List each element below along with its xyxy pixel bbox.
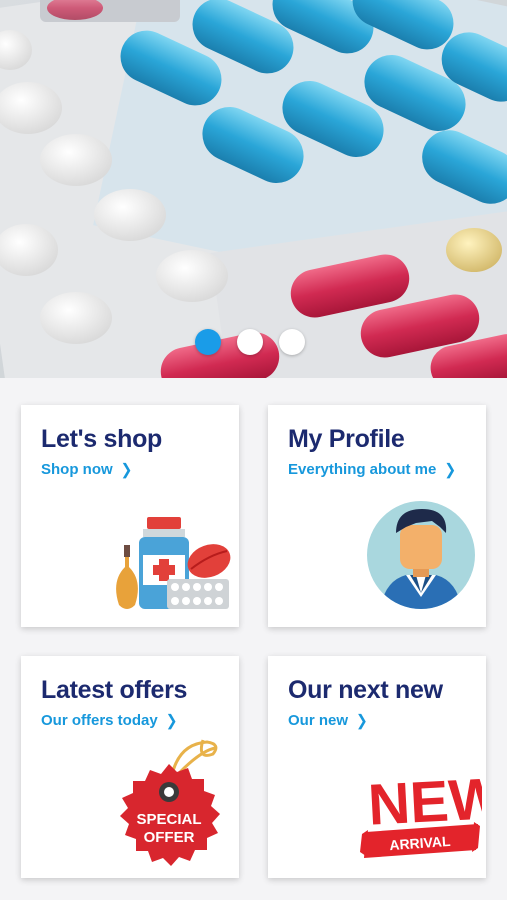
- carousel-dot-3[interactable]: [278, 329, 305, 355]
- card-lets-shop[interactable]: Let's shop Shop now ❯: [21, 405, 239, 627]
- our-new-link[interactable]: Our new ❯: [288, 711, 368, 729]
- hero-banner[interactable]: [0, 0, 507, 378]
- shop-now-link[interactable]: Shop now ❯: [41, 460, 133, 478]
- card-latest-offers[interactable]: Latest offers Our offers today ❯ SPECIAL…: [21, 656, 239, 878]
- carousel-dot-1[interactable]: [194, 329, 221, 355]
- card-our-next-new[interactable]: Our next new Our new ❯ NEW ARRIVAL: [268, 656, 486, 878]
- everything-about-me-link[interactable]: Everything about me ❯: [288, 460, 457, 478]
- medicine-icon: [116, 517, 231, 609]
- card-title: Latest offers: [41, 676, 188, 704]
- card-title: My Profile: [288, 425, 405, 453]
- chevron-right-icon: ❯: [444, 460, 457, 478]
- our-offers-today-link[interactable]: Our offers today ❯: [41, 711, 178, 729]
- special-offer-text-1: SPECIAL: [136, 811, 201, 828]
- special-offer-text-2: OFFER: [144, 829, 195, 846]
- new-arrival-icon: NEW ARRIVAL: [360, 766, 482, 858]
- carousel-dot-2[interactable]: [236, 329, 263, 355]
- chevron-right-icon: ❯: [165, 711, 178, 729]
- card-link-label: Our new: [288, 712, 349, 729]
- chevron-right-icon: ❯: [120, 460, 133, 478]
- card-title: Let's shop: [41, 425, 163, 453]
- card-title: Our next new: [288, 676, 443, 704]
- card-my-profile[interactable]: My Profile Everything about me ❯: [268, 405, 486, 627]
- card-link-label: Our offers today: [41, 712, 158, 729]
- user-avatar-icon: [367, 501, 475, 609]
- special-offer-tag-icon: SPECIAL OFFER: [120, 739, 220, 866]
- card-link-label: Shop now: [41, 461, 113, 478]
- chevron-right-icon: ❯: [356, 711, 368, 729]
- card-link-label: Everything about me: [288, 461, 437, 478]
- carousel-dots: [0, 329, 503, 357]
- pills-banner-image: [0, 0, 507, 378]
